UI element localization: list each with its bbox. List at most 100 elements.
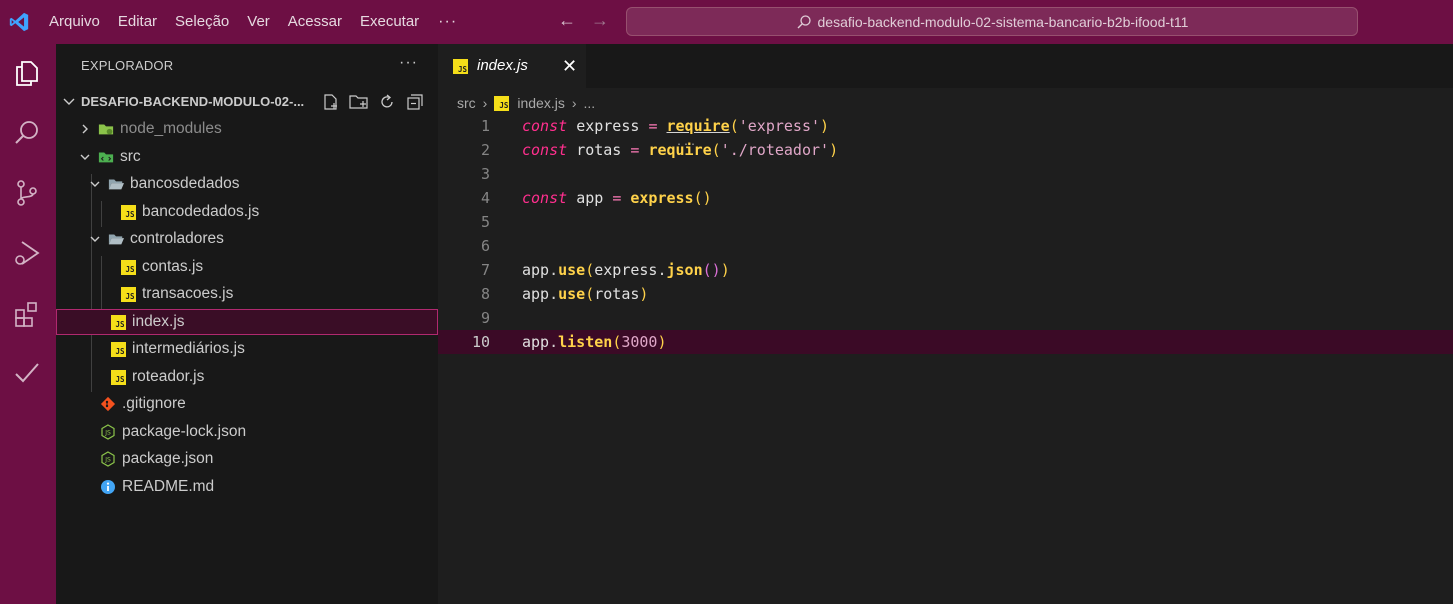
- tab-strip: JS index.js ✕: [438, 44, 1453, 88]
- explorer-icon[interactable]: [10, 56, 44, 90]
- chevron-right-icon: ›: [482, 95, 488, 111]
- search-text: desafio-backend-modulo-02-sistema-bancar…: [817, 13, 1189, 30]
- line-number: 7: [480, 261, 490, 279]
- tree-item-package-lock-json[interactable]: JS package-lock.json: [56, 419, 438, 445]
- node-modules-folder-icon: [98, 121, 114, 137]
- explorer-sidebar: EXPLORADOR ··· DESAFIO-BACKEND-MODULO-02…: [56, 44, 438, 604]
- folder-actions: [320, 91, 426, 113]
- menu-executar[interactable]: Executar: [351, 0, 428, 44]
- tree-item-intermediarios-js[interactable]: JS intermediários.js: [56, 336, 438, 362]
- tree-item-controladores[interactable]: controladores: [56, 226, 438, 252]
- nodejs-icon: JS: [100, 424, 116, 440]
- svg-text:JS: JS: [104, 457, 111, 464]
- checkmark-icon[interactable]: [10, 356, 44, 390]
- activity-bar: [0, 44, 56, 604]
- breadcrumb-folder[interactable]: src: [457, 95, 476, 111]
- line-number: 5: [480, 213, 490, 231]
- new-folder-icon[interactable]: [348, 91, 370, 113]
- chevron-down-icon: [88, 177, 102, 191]
- code-line-1[interactable]: 1 const express = require('express') ...: [438, 114, 1453, 148]
- code-text: app.listen(3000): [522, 333, 667, 351]
- code-line-9[interactable]: 9: [438, 306, 1453, 330]
- src-folder-icon: [98, 149, 114, 165]
- chevron-down-icon[interactable]: [62, 94, 76, 108]
- code-line-10[interactable]: 10 app.listen(3000): [438, 330, 1453, 354]
- chevron-down-icon: [78, 150, 92, 164]
- source-control-icon[interactable]: [10, 176, 44, 210]
- menu-bar: Arquivo Editar Seleção Ver Acessar Execu…: [40, 0, 467, 44]
- js-file-icon: JS: [120, 286, 136, 302]
- menu-acessar[interactable]: Acessar: [279, 0, 351, 44]
- code-line-5[interactable]: 5: [438, 210, 1453, 234]
- line-number: 3: [480, 165, 490, 183]
- command-center-search[interactable]: desafio-backend-modulo-02-sistema-bancar…: [626, 7, 1358, 36]
- code-line-2[interactable]: 2 const rotas = require('./roteador'): [438, 138, 1453, 162]
- chevron-right-icon: [78, 122, 92, 136]
- breadcrumb: src › JS index.js › ...: [457, 93, 595, 113]
- title-bar: Arquivo Editar Seleção Ver Acessar Execu…: [0, 0, 1453, 44]
- tab-index-js[interactable]: JS index.js ✕: [438, 44, 586, 88]
- js-file-icon: JS: [110, 341, 126, 357]
- new-file-icon[interactable]: [320, 91, 342, 113]
- tree-item-node-modules[interactable]: node_modules: [56, 116, 438, 142]
- code-line-3[interactable]: 3: [438, 162, 1453, 186]
- svg-text:JS: JS: [104, 430, 111, 437]
- js-file-icon: JS: [120, 259, 136, 275]
- js-file-icon: JS: [494, 95, 510, 111]
- tree-item-roteador-js[interactable]: JS roteador.js: [56, 364, 438, 390]
- tab-label: index.js: [477, 57, 528, 74]
- forward-arrow-icon[interactable]: →: [591, 10, 609, 31]
- tree-item-gitignore[interactable]: .gitignore: [56, 391, 438, 417]
- menu-more-icon[interactable]: ···: [428, 13, 467, 31]
- folder-open-icon: [108, 176, 124, 192]
- js-file-icon: JS: [453, 59, 468, 74]
- menu-arquivo[interactable]: Arquivo: [40, 0, 109, 44]
- info-icon: [100, 479, 116, 495]
- tree-item-bancodedados-js[interactable]: JS bancodedados.js: [56, 199, 438, 225]
- tree-item-transacoes-js[interactable]: JS transacoes.js: [56, 281, 438, 307]
- tree-item-src[interactable]: src: [56, 144, 438, 170]
- line-number: 10: [471, 333, 490, 351]
- editor-area: JS index.js ✕ src › JS index.js › ... 1 …: [438, 44, 1453, 604]
- run-debug-icon[interactable]: [10, 236, 44, 270]
- line-number: 8: [480, 285, 490, 303]
- code-text: app.use(rotas): [522, 285, 649, 303]
- chevron-down-icon: [88, 232, 102, 246]
- code-line-8[interactable]: 8 app.use(rotas): [438, 282, 1453, 306]
- close-icon[interactable]: ✕: [562, 56, 577, 77]
- menu-editar[interactable]: Editar: [109, 0, 166, 44]
- vscode-logo-icon[interactable]: [8, 11, 30, 33]
- tree-item-contas-js[interactable]: JS contas.js: [56, 254, 438, 280]
- refresh-icon[interactable]: [376, 91, 398, 113]
- line-number: 2: [480, 141, 490, 159]
- menu-selecao[interactable]: Seleção: [166, 0, 238, 44]
- code-text: app.use(express.json()): [522, 261, 730, 279]
- code-line-4[interactable]: 4 const app = express(): [438, 186, 1453, 210]
- tree-item-package-json[interactable]: JS package.json: [56, 446, 438, 472]
- code-text: const rotas = require('./roteador'): [522, 141, 839, 159]
- collapse-all-icon[interactable]: [404, 91, 426, 113]
- breadcrumb-file[interactable]: index.js: [517, 95, 564, 111]
- tree-item-readme-md[interactable]: README.md: [56, 474, 438, 500]
- line-number: 1: [480, 117, 490, 135]
- nodejs-icon: JS: [100, 451, 116, 467]
- menu-ver[interactable]: Ver: [238, 0, 279, 44]
- js-file-icon: JS: [110, 369, 126, 385]
- extensions-icon[interactable]: [10, 296, 44, 330]
- code-line-7[interactable]: 7 app.use(express.json()): [438, 258, 1453, 282]
- tree-item-index-js[interactable]: JS index.js: [56, 309, 438, 335]
- code-line-6[interactable]: 6: [438, 234, 1453, 258]
- search-sidebar-icon[interactable]: [10, 116, 44, 150]
- explorer-more-icon[interactable]: ···: [399, 54, 418, 72]
- breadcrumb-more[interactable]: ...: [583, 95, 595, 111]
- code-text: const app = express(): [522, 189, 712, 207]
- explorer-header: EXPLORADOR: [81, 58, 174, 73]
- back-arrow-icon[interactable]: ←: [558, 10, 576, 31]
- folder-open-icon: [108, 231, 124, 247]
- chevron-right-icon: ›: [571, 95, 577, 111]
- workspace-folder-title[interactable]: DESAFIO-BACKEND-MODULO-02-...: [81, 94, 304, 109]
- git-icon: [100, 396, 116, 412]
- tree-item-bancosdedados[interactable]: bancosdedados: [56, 171, 438, 197]
- js-file-icon: JS: [120, 204, 136, 220]
- line-number: 6: [480, 237, 490, 255]
